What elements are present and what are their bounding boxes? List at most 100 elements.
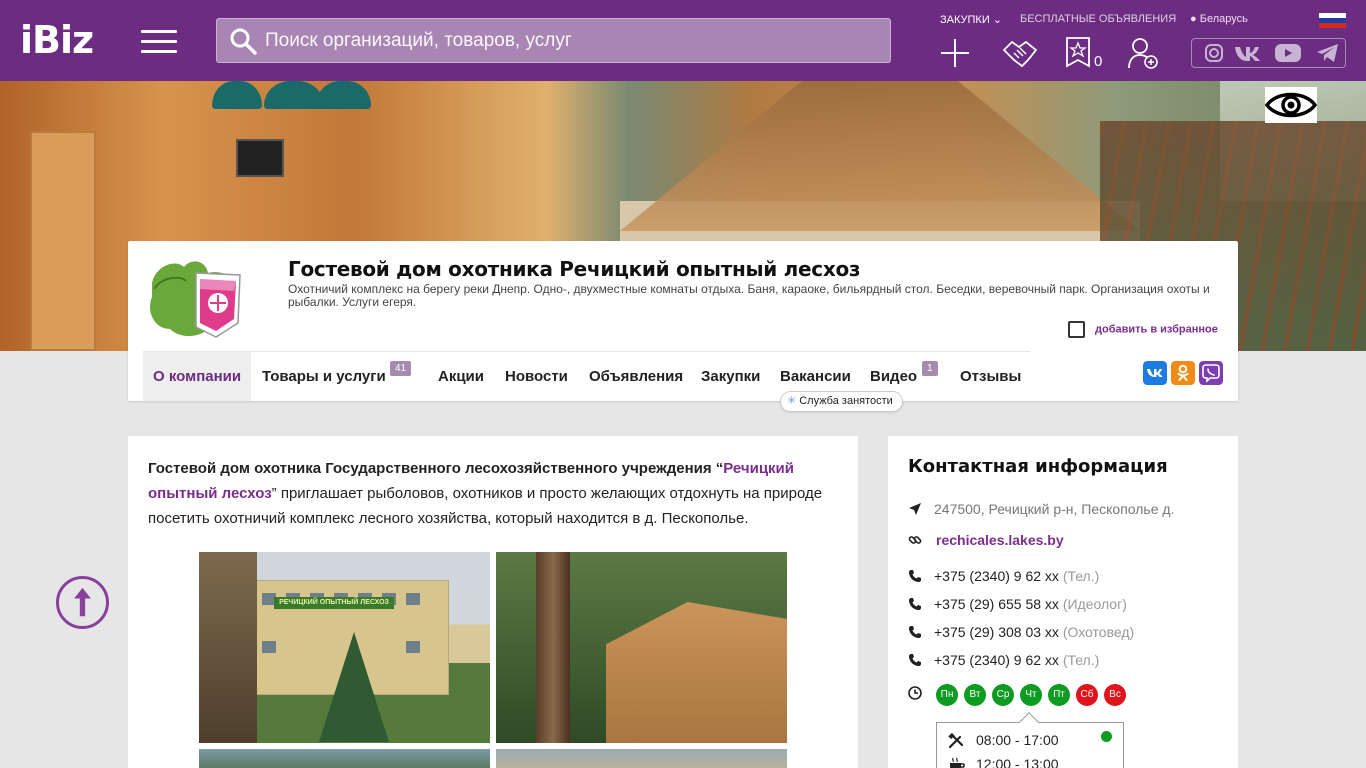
snowflake-icon: ✳ (787, 395, 797, 407)
add-to-favorites[interactable]: добавить в избранное (1068, 321, 1218, 338)
free-ads-link[interactable]: Бесплатные объявления (1020, 13, 1176, 25)
tab-purchases[interactable]: Закупки (701, 352, 760, 401)
tab-about[interactable]: О компании (143, 352, 252, 401)
tab-reviews[interactable]: Отзывы (960, 352, 1021, 401)
gallery-photo[interactable] (496, 749, 787, 768)
search-icon[interactable] (229, 27, 257, 55)
phone-entry[interactable]: +375 (29) 655 58 xx (Идеолог) (934, 596, 1127, 612)
location-label: Беларусь (1199, 13, 1248, 25)
scroll-top-arrow-icon[interactable] (56, 576, 109, 629)
company-title: Гостевой дом охотника Речицкий опытный л… (288, 257, 861, 281)
tab-label: Отзывы (960, 368, 1022, 385)
photo-window (262, 641, 276, 653)
open-status-dot (1101, 731, 1112, 742)
company-logo (150, 261, 241, 338)
tab-ads[interactable]: Объявления (589, 352, 683, 401)
photo-house (606, 602, 787, 743)
site-logo[interactable]: iBiz (20, 20, 94, 60)
phone-icon (909, 626, 921, 638)
day-mon: Пн (936, 684, 958, 706)
day-tue: Вт (964, 684, 986, 706)
tools-icon (948, 733, 964, 749)
cover-tv (236, 139, 284, 177)
coffee-cup-icon (950, 757, 965, 768)
phone-note: (Охотовед) (1062, 624, 1135, 640)
vk-share-icon[interactable] (1143, 361, 1167, 385)
contacts-title: Контактная информация (908, 456, 1168, 477)
tab-news[interactable]: Новости (505, 352, 568, 401)
day-sat: Сб (1076, 684, 1098, 706)
location-arrow-icon (909, 503, 921, 515)
location-link[interactable]: ● Беларусь (1190, 13, 1248, 25)
phone-entry[interactable]: +375 (2340) 9 62 xx (Тел.) (934, 652, 1099, 668)
viber-share-icon[interactable] (1199, 361, 1223, 385)
photo-statue (199, 552, 257, 743)
tab-products[interactable]: Товары и услуги (262, 352, 386, 401)
star-icon[interactable] (1065, 36, 1091, 68)
add-favorite-label: добавить в избранное (1095, 323, 1218, 336)
top-bar: iBiz Закупки ⌄ Бесплатные объявления ● Б… (0, 0, 1366, 81)
phone-entry[interactable]: +375 (2340) 9 62 xx (Тел.) (934, 568, 1099, 584)
phone-number: +375 (2340) 9 62 xx (934, 568, 1059, 584)
social-links (1191, 38, 1346, 68)
employment-service-label: Служба занятости (799, 395, 893, 407)
day-thu: Чт (1020, 684, 1042, 706)
tab-label: Вакансии (780, 368, 851, 385)
photo-window (406, 641, 420, 653)
day-wed: Ср (992, 684, 1014, 706)
website-link[interactable]: rechicales.lakes.by (936, 532, 1064, 548)
tab-promotions[interactable]: Акции (438, 352, 484, 401)
favorite-checkbox[interactable] (1068, 321, 1085, 338)
instagram-icon[interactable] (1204, 43, 1224, 63)
telegram-icon[interactable] (1316, 43, 1340, 63)
company-card: Гостевой дом охотника Речицкий опытный л… (128, 241, 1238, 401)
phone-number: +375 (29) 308 03 xx (934, 624, 1059, 640)
about-article: Гостевой дом охотника Государственного л… (128, 436, 858, 768)
gallery-photo[interactable] (496, 552, 787, 743)
search-input[interactable] (265, 19, 875, 62)
work-hours: 08:00 - 17:00 (976, 732, 1059, 748)
search-box[interactable] (216, 18, 891, 63)
phone-icon (909, 654, 921, 666)
tab-label: О компании (153, 368, 242, 385)
youtube-icon[interactable] (1274, 43, 1302, 63)
employment-service-link[interactable]: ✳ Служба занятости (780, 391, 903, 412)
user-add-icon[interactable] (1127, 36, 1159, 70)
gallery-photo[interactable]: РЕЧИЦКИЙ ОПЫТНЫЙ ЛЕСХОЗ (199, 552, 490, 743)
plus-icon[interactable] (938, 36, 972, 70)
phone-icon (909, 570, 921, 582)
day-fri: Пт (1048, 684, 1070, 706)
phone-number: +375 (2340) 9 62 xx (934, 652, 1059, 668)
menu-burger-icon[interactable] (141, 30, 177, 54)
russian-flag-icon[interactable] (1319, 13, 1346, 28)
article-intro: Гостевой дом охотника Государственного л… (148, 456, 838, 531)
day-sun: Вс (1104, 684, 1126, 706)
phone-note: (Тел.) (1062, 568, 1100, 584)
cover-lamp (264, 81, 324, 109)
photo-window (406, 593, 420, 605)
handshake-icon[interactable] (1002, 36, 1038, 70)
ok-share-icon[interactable] (1171, 361, 1195, 385)
tab-label: Акции (438, 368, 485, 385)
products-count-badge: 41 (390, 361, 412, 376)
link-icon (908, 536, 922, 544)
popup-arrow (1019, 712, 1039, 732)
phone-entry[interactable]: +375 (29) 308 03 xx (Охотовед) (934, 624, 1134, 640)
purchases-label: Закупки (940, 14, 990, 26)
tab-label: Товары и услуги (262, 368, 386, 385)
favorites-count: 0 (1094, 53, 1103, 70)
chevron-down-icon: ⌄ (992, 14, 1003, 26)
photo-tree-trunk (536, 552, 570, 743)
photo-building-sign: РЕЧИЦКИЙ ОПЫТНЫЙ ЛЕСХОЗ (274, 597, 394, 609)
intro-bold-text: Гостевой дом охотника Государственного л… (148, 460, 724, 477)
accessibility-eye-icon[interactable] (1265, 87, 1317, 123)
tab-label: Объявления (589, 368, 684, 385)
purchases-link[interactable]: Закупки ⌄ (940, 13, 1002, 26)
gallery-photo[interactable] (199, 749, 490, 768)
location-pin-icon: ● (1190, 13, 1197, 25)
contacts-panel: Контактная информация 247500, Речицкий р… (888, 436, 1238, 768)
cover-lamp (212, 81, 262, 109)
clock-icon (908, 686, 922, 700)
cover-lamp (316, 81, 371, 109)
vk-icon[interactable] (1234, 43, 1264, 63)
